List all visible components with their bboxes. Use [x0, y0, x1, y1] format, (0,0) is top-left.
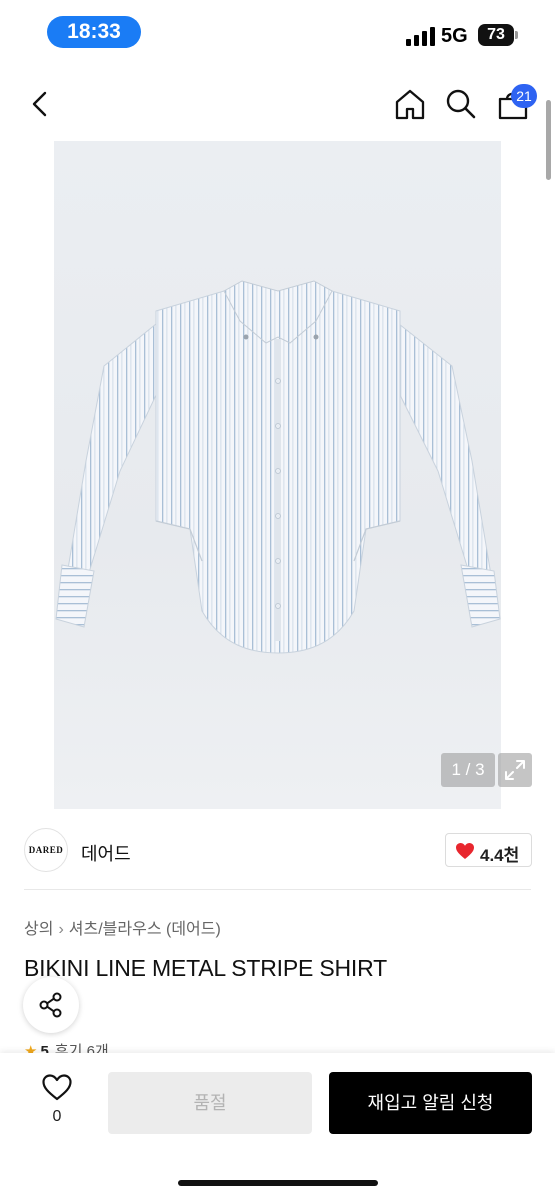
network-type: 5G	[441, 25, 468, 47]
wishlist-count: 0	[52, 1108, 62, 1125]
heart-outline-icon	[42, 1074, 72, 1101]
status-bar: 18:33 5G 73	[0, 0, 555, 62]
breadcrumb-subcategory[interactable]: 셔츠/블라우스 (데어드)	[69, 921, 221, 938]
brand-logo[interactable]: DARED	[24, 828, 68, 872]
home-icon[interactable]	[393, 87, 427, 121]
search-icon[interactable]	[444, 87, 478, 121]
expand-icon	[505, 760, 525, 780]
cart-count-badge: 21	[511, 84, 537, 108]
brand-like-count: 4.4천	[480, 846, 520, 865]
image-counter: 1 / 3	[441, 753, 495, 787]
soldout-button[interactable]: 품절	[108, 1072, 312, 1134]
divider	[24, 889, 531, 890]
share-icon	[39, 992, 62, 1018]
breadcrumb: 상의 › 셔츠/블라우스 (데어드)	[24, 915, 221, 939]
status-time: 18:33	[47, 16, 141, 48]
back-arrow-icon[interactable]	[28, 90, 52, 118]
home-indicator	[178, 1180, 378, 1186]
breadcrumb-category[interactable]: 상의	[24, 921, 53, 938]
brand-name[interactable]: 데어드	[81, 840, 131, 866]
product-page: 18:33 5G 73 21 1 / 3 DARED 데어드 4.4천 상의 ›…	[0, 0, 555, 1200]
expand-image-button[interactable]	[498, 753, 532, 787]
chevron-right-icon: ›	[58, 921, 64, 938]
battery-tip	[515, 31, 518, 39]
share-button[interactable]	[23, 977, 79, 1033]
shirt-illustration	[55, 280, 501, 654]
product-image[interactable]	[54, 141, 501, 809]
brand-like-button[interactable]: 4.4천	[445, 833, 532, 867]
battery-icon: 73	[478, 24, 514, 46]
product-title: BIKINI LINE METAL STRIPE SHIRT	[24, 955, 387, 981]
restock-alert-button[interactable]: 재입고 알림 신청	[329, 1072, 532, 1134]
scrollbar[interactable]	[546, 100, 551, 180]
wishlist-button[interactable]	[40, 1073, 74, 1106]
heart-filled-icon	[456, 843, 474, 859]
cellular-signal-icon	[406, 27, 436, 46]
